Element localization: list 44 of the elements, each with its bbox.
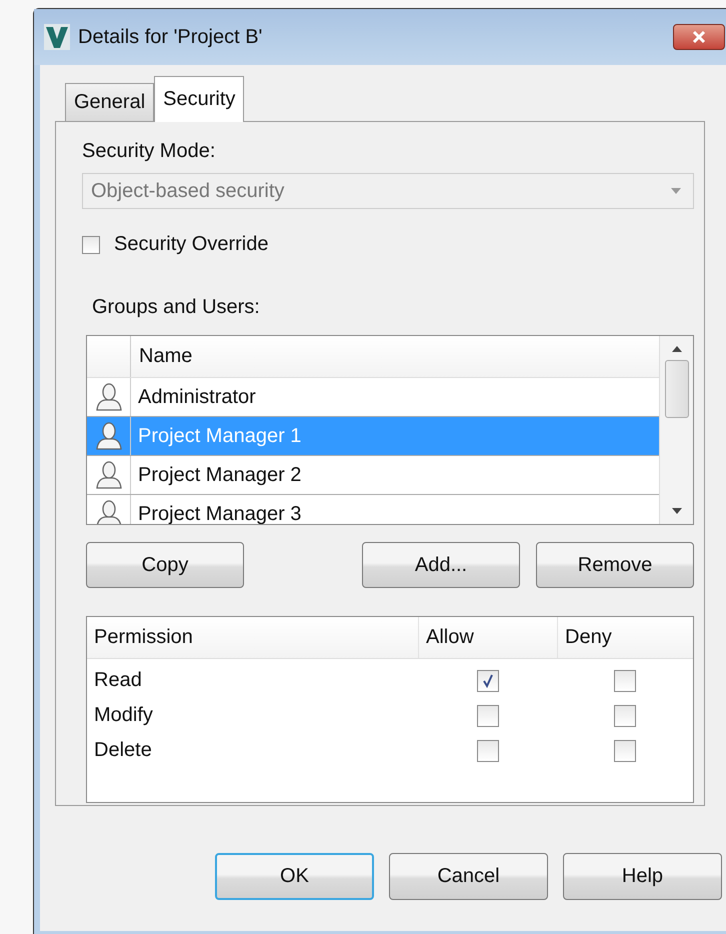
- field-label: Security Mode:: [82, 140, 216, 163]
- user-icon: [96, 383, 122, 411]
- user-row[interactable]: Project Manager 3: [87, 495, 659, 524]
- deny-checkbox[interactable]: [614, 670, 636, 692]
- check-icon: [480, 674, 494, 688]
- checkbox[interactable]: [82, 236, 100, 254]
- allow-checkbox[interactable]: [476, 670, 498, 692]
- permission-name: Delete: [93, 739, 153, 762]
- permission-name: Modify: [93, 704, 154, 727]
- scroll-down-arrow-icon[interactable]: [672, 508, 682, 514]
- scroll-up-arrow-icon[interactable]: [672, 346, 682, 352]
- dropdown-arrow-icon: [671, 188, 681, 194]
- deny-checkbox[interactable]: [614, 704, 636, 726]
- dialog-button[interactable]: Cancel: [389, 853, 548, 900]
- action-button[interactable]: Add...: [362, 542, 520, 588]
- scroll-thumb[interactable]: [664, 360, 688, 418]
- user-name: Project Manager 3: [137, 502, 302, 524]
- section-label: Groups and Users:: [92, 296, 261, 319]
- tab[interactable]: Security: [154, 76, 244, 122]
- window-title: Details for 'Project B': [78, 26, 262, 48]
- user-icon: [96, 422, 122, 450]
- deny-checkbox[interactable]: [614, 740, 636, 762]
- user-row[interactable]: Project Manager 2: [87, 456, 659, 495]
- column-header[interactable]: Allow: [418, 617, 557, 658]
- action-button[interactable]: Copy: [86, 542, 244, 588]
- user-name: Project Manager 2: [137, 462, 302, 488]
- checkbox-label: Security Override: [114, 233, 268, 256]
- column-header[interactable]: Deny: [557, 617, 693, 658]
- user-name: Administrator: [137, 384, 256, 410]
- v-logo-icon: [44, 24, 70, 50]
- dialog-button[interactable]: Help: [563, 853, 722, 900]
- allow-checkbox[interactable]: [476, 704, 498, 726]
- permission-name: Read: [93, 669, 143, 692]
- close-button[interactable]: [673, 24, 725, 50]
- user-icon: [96, 461, 122, 489]
- action-button[interactable]: Remove: [536, 542, 694, 588]
- column-header[interactable]: Name: [131, 336, 192, 377]
- allow-checkbox[interactable]: [476, 740, 498, 762]
- user-name: Project Manager 1: [137, 424, 302, 448]
- tab[interactable]: General: [65, 83, 154, 121]
- dialog-button[interactable]: OK: [215, 853, 374, 900]
- scrollbar[interactable]: [659, 336, 693, 524]
- close-icon: [691, 30, 707, 44]
- column-header[interactable]: Permission: [87, 626, 418, 649]
